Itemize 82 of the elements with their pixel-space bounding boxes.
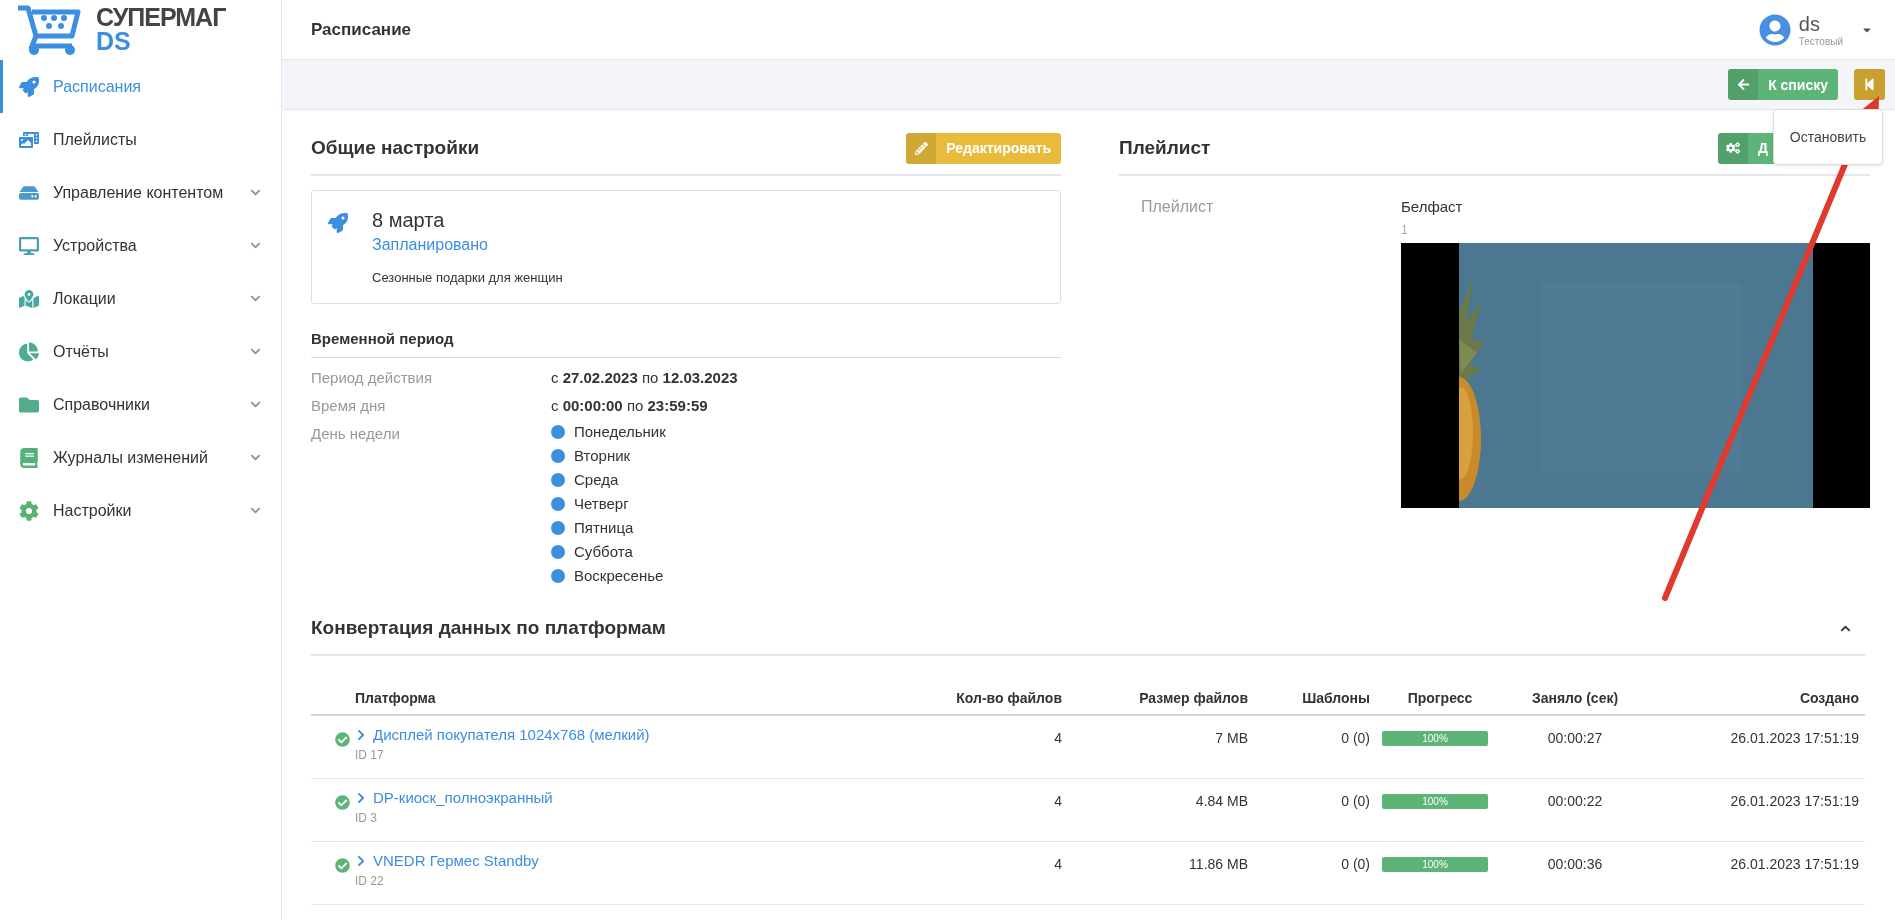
- column-header: Заняло (сек): [1530, 690, 1620, 706]
- field-label: Плейлист: [1141, 198, 1215, 217]
- sidebar-item[interactable]: Справочники: [0, 378, 281, 431]
- column-header: Создано: [1798, 690, 1859, 706]
- column-header: Прогресс: [1406, 690, 1474, 706]
- table-cell-text: 11.86 MB: [1188, 855, 1248, 872]
- monitor-icon: [19, 235, 39, 256]
- table-cell-text: 00:00:27: [1546, 729, 1604, 746]
- section-title: Плейлист: [1119, 137, 1211, 159]
- column-header: Размер файлов: [1138, 690, 1248, 706]
- subsection-title: Временной период: [311, 330, 1061, 358]
- field-value: с 27.02.2023 по 12.03.2023: [551, 368, 739, 388]
- table-cell-text: 4: [1053, 729, 1062, 746]
- sidebar-item[interactable]: Журналы изменений: [0, 431, 281, 484]
- table-cell-text: 00:00:36: [1546, 855, 1604, 872]
- field-label: Время дня: [311, 396, 387, 416]
- rocket-icon: [328, 213, 348, 233]
- page-title: Расписание: [311, 19, 412, 40]
- schedule-name: 8 марта: [372, 209, 446, 232]
- step-back-icon: [1863, 78, 1876, 91]
- column-header: Шаблоны: [1301, 690, 1370, 706]
- column-header: Платформа: [355, 690, 437, 706]
- sidebar-item[interactable]: Настройки: [0, 484, 281, 537]
- weekday-label: Среда: [574, 470, 619, 490]
- playlist-count: 1: [1401, 223, 1409, 237]
- sidebar-item[interactable]: Плейлисты: [0, 113, 281, 166]
- progress-label: 100%: [1421, 795, 1449, 809]
- section-title: Конвертация данных по платформам: [311, 617, 666, 639]
- platform-link[interactable]: Дисплей покупателя 1024x768 (мелкий): [355, 726, 900, 743]
- field-label: Период действия: [311, 368, 434, 388]
- user-role: Тестовый: [1798, 35, 1843, 47]
- book-icon: [19, 447, 39, 468]
- chevron-right-icon: [355, 791, 367, 804]
- playlist-name: Белфаст: [1401, 198, 1464, 215]
- table-cell-text: 4: [1053, 792, 1062, 809]
- table-cell-text: 26.01.2023 17:51:19: [1729, 729, 1859, 746]
- table-cell-text: 0 (0): [1340, 855, 1370, 872]
- table-cell-text: 26.01.2023 17:51:19: [1729, 855, 1859, 872]
- table-cell-text: 00:00:22: [1546, 792, 1604, 809]
- chevron-right-icon: [355, 854, 367, 867]
- table-cell-text: 4.84 MB: [1194, 792, 1248, 809]
- column-header: Кол-во файлов: [955, 690, 1062, 706]
- sidebar-item[interactable]: Управление контентом: [0, 166, 281, 219]
- sidebar-item[interactable]: Локации: [0, 272, 281, 325]
- platform-id: ID 17: [355, 748, 385, 762]
- pie-chart-icon: [19, 341, 39, 362]
- weekday-label: Вторник: [574, 446, 631, 466]
- field-label: День недели: [311, 424, 401, 444]
- sidebar-item[interactable]: Отчёты: [0, 325, 281, 378]
- avatar-icon: [1758, 13, 1791, 46]
- logo-name: СУПЕРМАГ: [96, 6, 226, 30]
- table-cell-text: 26.01.2023 17:51:19: [1729, 792, 1859, 809]
- rocket-icon: [19, 76, 39, 97]
- progress-label: 100%: [1421, 858, 1449, 872]
- progress-label: 100%: [1421, 732, 1449, 746]
- table-cell-text: 0 (0): [1340, 729, 1370, 746]
- schedule-description: Сезонные подарки для женщин: [372, 270, 563, 285]
- field-value: с 00:00:00 по 23:59:59: [551, 396, 709, 416]
- weekday-label: Пятница: [574, 518, 634, 538]
- pencil-icon: [914, 141, 928, 155]
- table-cell-text: 4: [1053, 855, 1062, 872]
- gears-icon: [1726, 141, 1740, 155]
- weekday-label: Четверг: [574, 494, 629, 514]
- table-cell-text: 7 MB: [1214, 729, 1248, 746]
- cart-logo-icon: [16, 4, 84, 56]
- weekday-label: Понедельник: [574, 422, 666, 442]
- platform-link[interactable]: DP-киоск_полноэкранный: [355, 789, 900, 806]
- section-title: Общие настройки: [311, 137, 480, 159]
- platform-id: ID 22: [355, 874, 385, 888]
- table-cell-text: 0 (0): [1340, 792, 1370, 809]
- weekday-label: Воскресенье: [574, 566, 664, 586]
- tooltip: Остановить: [1773, 109, 1883, 165]
- user-name: ds: [1798, 12, 1821, 36]
- settings-icon: [19, 500, 39, 521]
- map-icon: [19, 288, 39, 309]
- chevron-right-icon: [355, 728, 367, 741]
- platform-id: ID 3: [355, 811, 378, 825]
- weekday-label: Суббота: [574, 542, 633, 562]
- arrow-left-icon: [1736, 78, 1750, 91]
- photo-icon: [19, 129, 39, 150]
- sidebar-item[interactable]: Устройства: [0, 219, 281, 272]
- logo-suffix: DS: [96, 30, 132, 54]
